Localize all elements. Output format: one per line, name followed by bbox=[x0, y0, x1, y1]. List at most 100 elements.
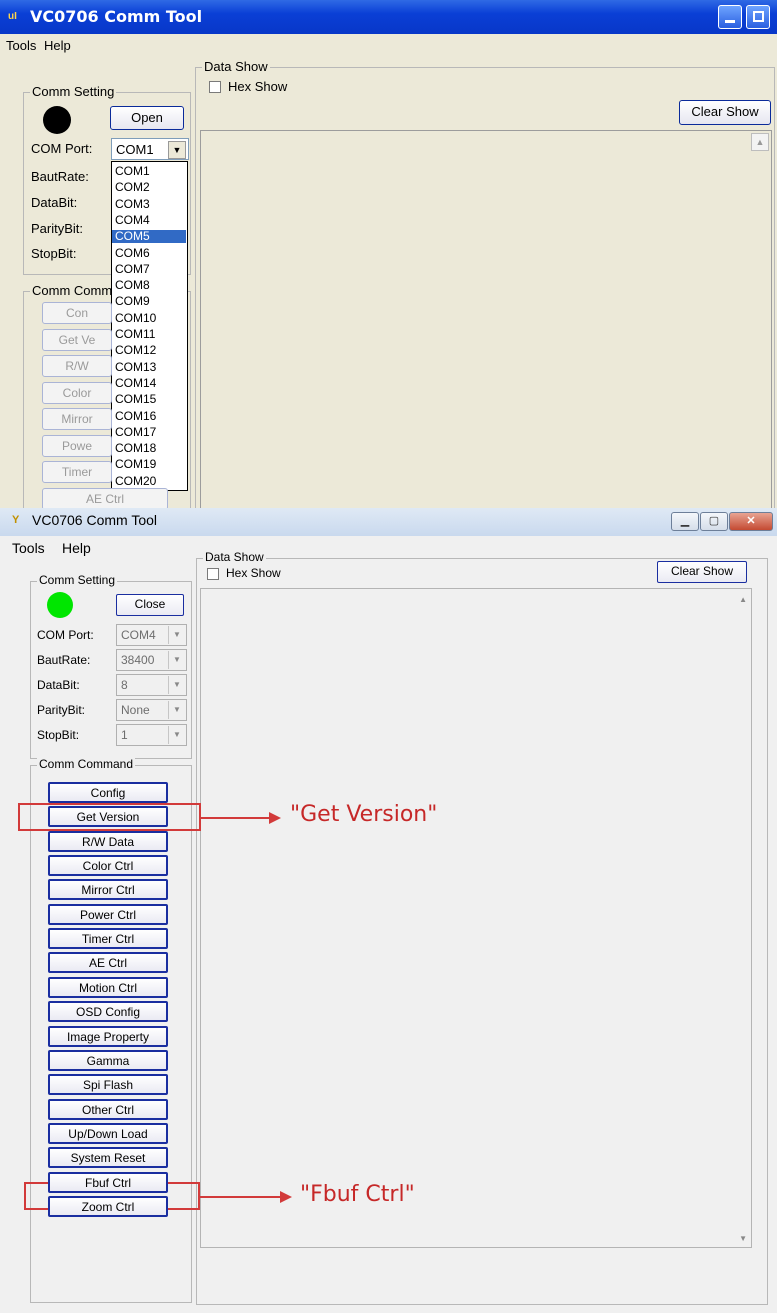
command-button-motion-ctrl[interactable]: Motion Ctrl bbox=[48, 976, 168, 998]
scroll-up-icon[interactable]: ▲ bbox=[739, 595, 747, 604]
dropdown-option[interactable]: COM16 bbox=[112, 409, 186, 423]
maximize-icon bbox=[753, 11, 764, 22]
databit-label: DataBit: bbox=[31, 195, 78, 210]
dropdown-option[interactable]: COM13 bbox=[112, 360, 186, 374]
chevron-down-icon[interactable]: ▼ bbox=[168, 726, 185, 744]
clear-show-button[interactable]: Clear Show bbox=[679, 100, 771, 125]
command-button-config[interactable]: Config bbox=[48, 782, 168, 803]
minimize-icon: ▁ bbox=[680, 515, 690, 527]
dropdown-option[interactable]: COM2 bbox=[112, 181, 186, 194]
dropdown-option[interactable]: COM11 bbox=[112, 328, 186, 341]
hex-show-checkbox[interactable] bbox=[209, 81, 221, 93]
chevron-down-icon[interactable]: ▼ bbox=[168, 626, 185, 644]
dropdown-option[interactable]: COM4 bbox=[112, 213, 186, 227]
window-title: VC0706 Comm Tool bbox=[32, 512, 158, 528]
dropdown-option[interactable]: COM12 bbox=[112, 344, 186, 357]
command-button-r-w-data[interactable]: R/W Data bbox=[48, 830, 168, 852]
databit-select[interactable]: 8 ▼ bbox=[116, 674, 187, 696]
command-button-timer-ctrl[interactable]: Timer Ctrl bbox=[48, 928, 168, 950]
title-bar[interactable]: Y VC0706 Comm Tool ▁ ▢ ✕ bbox=[0, 508, 777, 536]
stopbit-label: StopBit: bbox=[31, 246, 77, 261]
comm-setting-label: Comm Setting bbox=[30, 84, 117, 99]
dropdown-option[interactable]: COM10 bbox=[112, 311, 186, 325]
command-button[interactable]: AE Ctrl bbox=[42, 487, 168, 508]
command-button-mirror-ctrl[interactable]: Mirror Ctrl bbox=[48, 879, 168, 901]
command-button[interactable]: Get Ve bbox=[42, 328, 112, 351]
chevron-down-icon[interactable]: ▼ bbox=[168, 701, 185, 719]
command-button[interactable]: Powe bbox=[42, 434, 112, 457]
paritybit-select[interactable]: None ▼ bbox=[116, 699, 187, 721]
command-button[interactable]: Color bbox=[42, 381, 112, 404]
dropdown-option[interactable]: COM3 bbox=[112, 197, 186, 211]
command-button[interactable]: R/W bbox=[42, 355, 112, 377]
command-button[interactable]: Mirror bbox=[42, 408, 112, 430]
command-button-zoom-ctrl[interactable]: Zoom Ctrl bbox=[48, 1195, 168, 1217]
dropdown-option[interactable]: COM9 bbox=[112, 295, 186, 308]
maximize-button[interactable]: ▢ bbox=[700, 512, 728, 531]
chevron-down-icon[interactable]: ▼ bbox=[168, 651, 185, 669]
data-show-label: Data Show bbox=[202, 59, 270, 74]
command-button[interactable]: Timer bbox=[42, 461, 112, 483]
title-bar[interactable]: uI VC0706 Comm Tool bbox=[0, 0, 777, 34]
close-connection-button[interactable]: Close bbox=[116, 594, 184, 616]
dropdown-option[interactable]: COM17 bbox=[112, 425, 186, 439]
arrowhead-get-version bbox=[269, 812, 281, 824]
command-button-power-ctrl[interactable]: Power Ctrl bbox=[48, 903, 168, 925]
menu-help[interactable]: Help bbox=[62, 540, 91, 556]
open-button[interactable]: Open bbox=[110, 106, 184, 130]
command-button-color-ctrl[interactable]: Color Ctrl bbox=[48, 855, 168, 877]
minimize-button[interactable] bbox=[718, 5, 742, 29]
dropdown-option[interactable]: COM14 bbox=[112, 376, 186, 390]
menu-tools[interactable]: Tools bbox=[12, 540, 45, 556]
dropdown-option[interactable]: COM19 bbox=[112, 458, 186, 471]
command-button-gamma[interactable]: Gamma bbox=[48, 1049, 168, 1071]
command-button-get-version[interactable]: Get Version bbox=[48, 806, 168, 828]
dropdown-option[interactable]: COM20 bbox=[112, 474, 186, 488]
menu-tools[interactable]: Tools bbox=[6, 38, 36, 53]
command-button-osd-config[interactable]: OSD Config bbox=[48, 1001, 168, 1023]
dropdown-option[interactable]: COM6 bbox=[112, 246, 186, 260]
scroll-down-icon[interactable]: ▼ bbox=[739, 1234, 747, 1243]
command-button-image-property[interactable]: Image Property bbox=[48, 1025, 168, 1047]
comm-command-label: Comm Command bbox=[37, 757, 136, 771]
command-button-up-down-load[interactable]: Up/Down Load bbox=[48, 1122, 168, 1144]
com-port-select[interactable]: COM1 ▼ bbox=[111, 138, 189, 160]
chevron-down-icon[interactable]: ▼ bbox=[168, 141, 186, 159]
hex-show-checkbox[interactable] bbox=[207, 568, 219, 580]
hex-show-label: Hex Show bbox=[228, 79, 288, 94]
minimize-button[interactable]: ▁ bbox=[671, 512, 699, 531]
menu-bar: Tools Help bbox=[0, 34, 777, 58]
scroll-up-icon[interactable]: ▲ bbox=[751, 133, 769, 151]
comm-setting-label: Comm Setting bbox=[37, 573, 118, 587]
chevron-down-icon[interactable]: ▼ bbox=[168, 676, 185, 694]
data-show-textarea[interactable]: ▲ bbox=[200, 130, 772, 508]
dropdown-option[interactable]: COM5 bbox=[112, 230, 186, 244]
maximize-button[interactable] bbox=[746, 5, 770, 29]
dropdown-option[interactable]: COM18 bbox=[112, 442, 186, 455]
window-2: Y VC0706 Comm Tool ▁ ▢ ✕ Tools Help Comm… bbox=[0, 508, 777, 1313]
data-show-textarea[interactable]: ▲ ▼ bbox=[200, 588, 752, 1248]
app-icon: Y bbox=[12, 514, 20, 526]
menu-bar: Tools Help bbox=[0, 536, 777, 558]
close-window-button[interactable]: ✕ bbox=[729, 512, 773, 531]
command-button[interactable]: Con bbox=[42, 302, 112, 324]
command-button-other-ctrl[interactable]: Other Ctrl bbox=[48, 1098, 168, 1120]
command-button-fbuf-ctrl[interactable]: Fbuf Ctrl bbox=[48, 1171, 168, 1193]
dropdown-option[interactable]: COM8 bbox=[112, 279, 186, 292]
command-button-ae-ctrl[interactable]: AE Ctrl bbox=[48, 952, 168, 974]
clear-show-button[interactable]: Clear Show bbox=[657, 561, 747, 583]
baudrate-select[interactable]: 38400 ▼ bbox=[116, 649, 187, 671]
com-port-value: COM4 bbox=[121, 628, 156, 642]
dropdown-option[interactable]: COM7 bbox=[112, 262, 186, 276]
com-port-select[interactable]: COM4 ▼ bbox=[116, 624, 187, 646]
command-button-system-reset[interactable]: System Reset bbox=[48, 1147, 168, 1169]
com-port-dropdown-list[interactable]: COM1 COM2 COM3 COM4 COM5 COM6 COM7 COM8 COM9 COM1… bbox=[111, 161, 188, 491]
baudrate-value: 38400 bbox=[121, 653, 155, 667]
menu-help[interactable]: Help bbox=[44, 38, 71, 53]
stopbit-select[interactable]: 1 ▼ bbox=[116, 724, 187, 746]
window-1: uI VC0706 Comm Tool Tools Help Comm Sett… bbox=[0, 0, 777, 508]
dropdown-option[interactable]: COM1 bbox=[112, 165, 186, 178]
dropdown-option[interactable]: COM15 bbox=[112, 393, 186, 406]
app-icon: uI bbox=[8, 11, 17, 22]
command-button-spi-flash[interactable]: Spi Flash bbox=[48, 1074, 168, 1096]
